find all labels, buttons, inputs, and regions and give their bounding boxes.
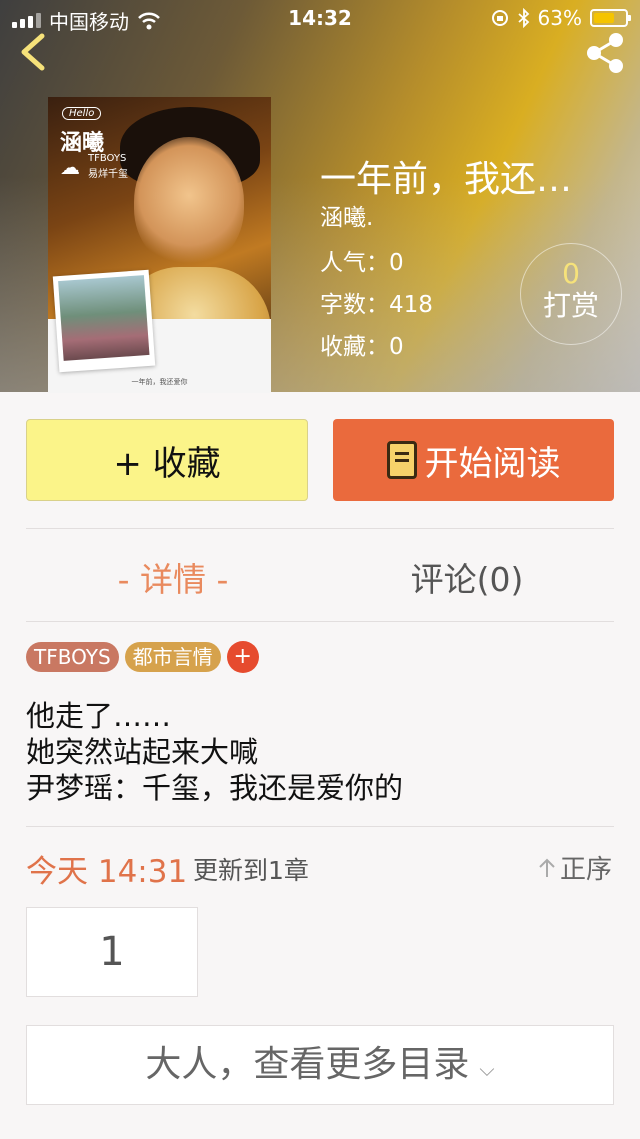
description-line: 尹梦瑶：千玺，我还是爱你的 — [26, 771, 404, 805]
cover-tag: TFBOYS — [88, 153, 127, 164]
words-label: 字数： — [320, 292, 389, 318]
favorites-label: 收藏： — [320, 334, 389, 360]
popularity-row: 人气：0 — [320, 243, 404, 277]
status-right: 63% — [490, 6, 631, 30]
description-line: 他走了…… — [26, 699, 172, 733]
tab-comments[interactable]: 评论(0) — [320, 553, 614, 601]
words-row: 字数：418 — [320, 285, 433, 319]
divider — [26, 826, 614, 827]
more-catalog-label: 大人，查看更多目录 — [145, 1044, 470, 1085]
start-reading-label: 开始阅读 — [424, 443, 561, 484]
cover-footer: 一年前，我还爱你 — [131, 378, 188, 386]
tag-tfboys[interactable]: TFBOYS — [26, 642, 119, 672]
battery-icon — [590, 9, 631, 27]
bluetooth-icon — [517, 8, 529, 28]
cover-hello: Hello — [62, 107, 102, 120]
tag-list: TFBOYS 都市言情 + — [26, 641, 259, 673]
description-line: 她突然站起来大喊 — [26, 735, 259, 769]
chapter-item[interactable]: 1 — [26, 907, 198, 997]
battery-percent: 63% — [537, 6, 582, 30]
divider — [26, 621, 614, 622]
cover-photo — [52, 269, 156, 373]
book-title: 一年前，我还… — [320, 159, 573, 200]
reward-button[interactable]: 0 打赏 — [520, 243, 622, 345]
words-value: 418 — [389, 292, 433, 318]
add-tag-button[interactable]: + — [226, 641, 259, 673]
book-icon — [386, 441, 417, 479]
start-reading-button[interactable]: 开始阅读 — [333, 419, 614, 501]
book-author[interactable]: 涵曦. — [320, 198, 373, 232]
divider — [26, 528, 614, 529]
sort-order-button[interactable]: 正序 — [538, 849, 612, 886]
popularity-value: 0 — [389, 250, 404, 276]
reward-label: 打赏 — [542, 289, 599, 322]
update-text: 更新到1章 — [193, 856, 309, 885]
book-cover[interactable]: Hello 涵曦 ☁ TFBOYS 易烊千玺 一年前，我还爱你 — [48, 97, 271, 393]
popularity-label: 人气： — [320, 250, 389, 276]
more-catalog-button[interactable]: 大人，查看更多目录 ⌵ — [26, 1025, 614, 1105]
cloud-icon: ☁ — [60, 155, 80, 179]
tag-urban-romance[interactable]: 都市言情 — [124, 642, 221, 672]
sort-order-label: 正序 — [559, 855, 612, 885]
update-time: 今天 14:31 — [26, 854, 188, 890]
arrow-up-icon — [539, 858, 555, 877]
orientation-lock-icon — [491, 10, 508, 26]
favorites-value: 0 — [389, 334, 404, 360]
reward-count: 0 — [562, 257, 580, 290]
back-icon[interactable] — [14, 30, 54, 74]
book-description: 他走了…… 她突然站起来大喊 尹梦瑶：千玺，我还是爱你的 — [26, 698, 403, 806]
status-bar: 中国移动 14:32 63% — [0, 0, 640, 36]
favorites-row: 收藏：0 — [320, 327, 404, 361]
favorite-button-label: + 收藏 — [113, 443, 221, 484]
cover-tag: 易烊千玺 — [88, 169, 128, 180]
chevron-down-icon: ⌵ — [479, 1057, 495, 1081]
tab-detail[interactable]: - 详情 - — [26, 553, 320, 601]
share-icon[interactable] — [580, 28, 630, 78]
favorite-button[interactable]: + 收藏 — [26, 419, 308, 501]
